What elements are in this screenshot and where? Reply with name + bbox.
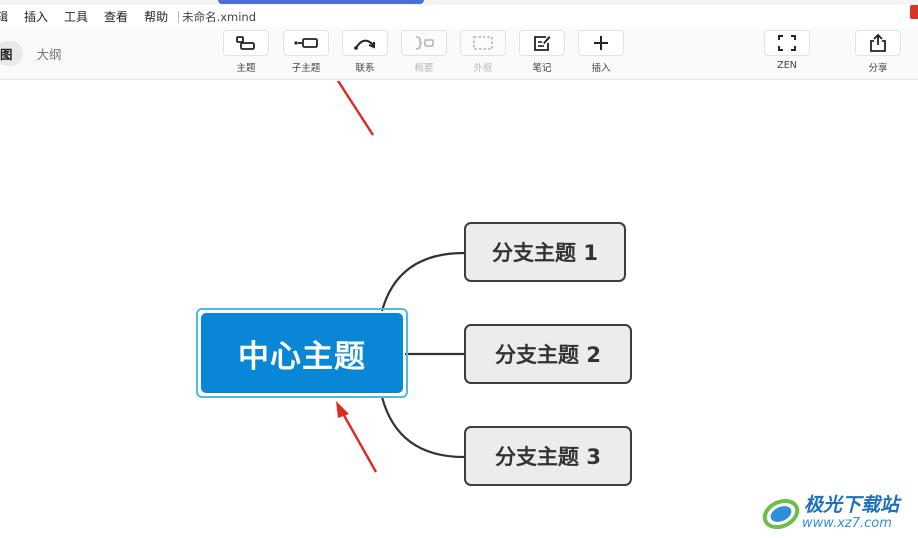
central-topic[interactable]: 中心主题 [201,313,403,393]
boundary-label: 外框 [473,63,493,74]
branch-topic-1[interactable]: 分支主题 1 [464,222,626,282]
summary-button[interactable] [401,30,447,56]
branch-topic-3[interactable]: 分支主题 3 [464,426,632,486]
summary-bracket-icon [415,36,434,50]
active-window-indicator [218,0,424,4]
relationship-arrow-icon [354,39,375,50]
relationship-tool: 联系 [341,30,389,74]
share-upload-icon [870,33,886,52]
menu-view[interactable]: 查看 [96,8,136,25]
relationship-button[interactable] [342,30,388,56]
watermark: 极光下载站 www.xz7.com [760,488,918,538]
branch-topic-2[interactable]: 分支主题 2 [464,324,632,384]
notes-tool: 笔记 [518,30,566,74]
topic-tool: 主题 [222,30,270,74]
watermark-logo-icon [762,498,800,530]
fullscreen-corners-icon [778,35,796,51]
mindmap-canvas[interactable]: 中心主题 分支主题 1 分支主题 2 分支主题 3 [0,81,918,538]
insert-tool: 插入 [577,30,625,74]
share-tool: 分享 [854,30,902,74]
share-label: 分享 [868,63,888,74]
watermark-text: 极光下载站 [804,494,900,516]
menu-edit[interactable]: 辑 [0,8,16,25]
topic-label: 主题 [236,63,256,74]
menu-help[interactable]: 帮助 [136,8,176,25]
zen-button[interactable] [764,30,810,56]
zen-label: ZEN [777,60,797,71]
tab-outline[interactable]: 大纲 [37,44,62,63]
menu-divider [178,10,180,23]
connector-layer [336,81,465,473]
share-button[interactable] [855,30,901,56]
topic-icon [236,36,255,50]
annotation-arrow-subtopic-icon [336,81,375,136]
watermark-url: www.xz7.com [802,516,892,531]
menu-bar: 辑 插入 工具 查看 帮助 未命名.xmind [0,5,918,28]
tab-mindmap[interactable]: 图 [0,40,23,66]
annotation-arrow-central-icon [336,401,378,473]
relationship-label: 联系 [355,63,375,74]
connector-branch-3 [380,396,465,459]
boundary-button[interactable] [460,30,506,56]
menu-tools[interactable]: 工具 [56,8,96,25]
notes-button[interactable] [519,30,565,56]
topic-button[interactable] [223,30,269,56]
note-edit-icon [534,36,551,51]
zen-tool: ZEN [763,30,811,71]
subtopic-button[interactable] [283,30,329,56]
corner-badge-icon[interactable] [910,5,918,19]
plus-icon [594,36,608,50]
menu-insert[interactable]: 插入 [16,8,56,25]
summary-label: 概要 [414,63,434,74]
view-switch: 图 大纲 [0,40,62,66]
central-topic-selection[interactable]: 中心主题 [196,308,408,398]
document-title: 未命名.xmind [182,9,257,24]
boundary-dashed-box-icon [473,36,493,50]
insert-button[interactable] [578,30,624,56]
toolbar: 图 大纲 主题 子主题 联系 概要 外框 笔记 插入 ZEN 分享 [0,28,918,80]
insert-label: 插入 [591,63,611,74]
subtopic-icon [294,38,318,48]
subtopic-label: 子主题 [291,63,321,74]
notes-label: 笔记 [532,63,552,74]
summary-tool: 概要 [400,30,448,74]
connector-branch-1 [380,251,465,312]
subtopic-tool: 子主题 [282,30,330,74]
boundary-tool: 外框 [459,30,507,74]
